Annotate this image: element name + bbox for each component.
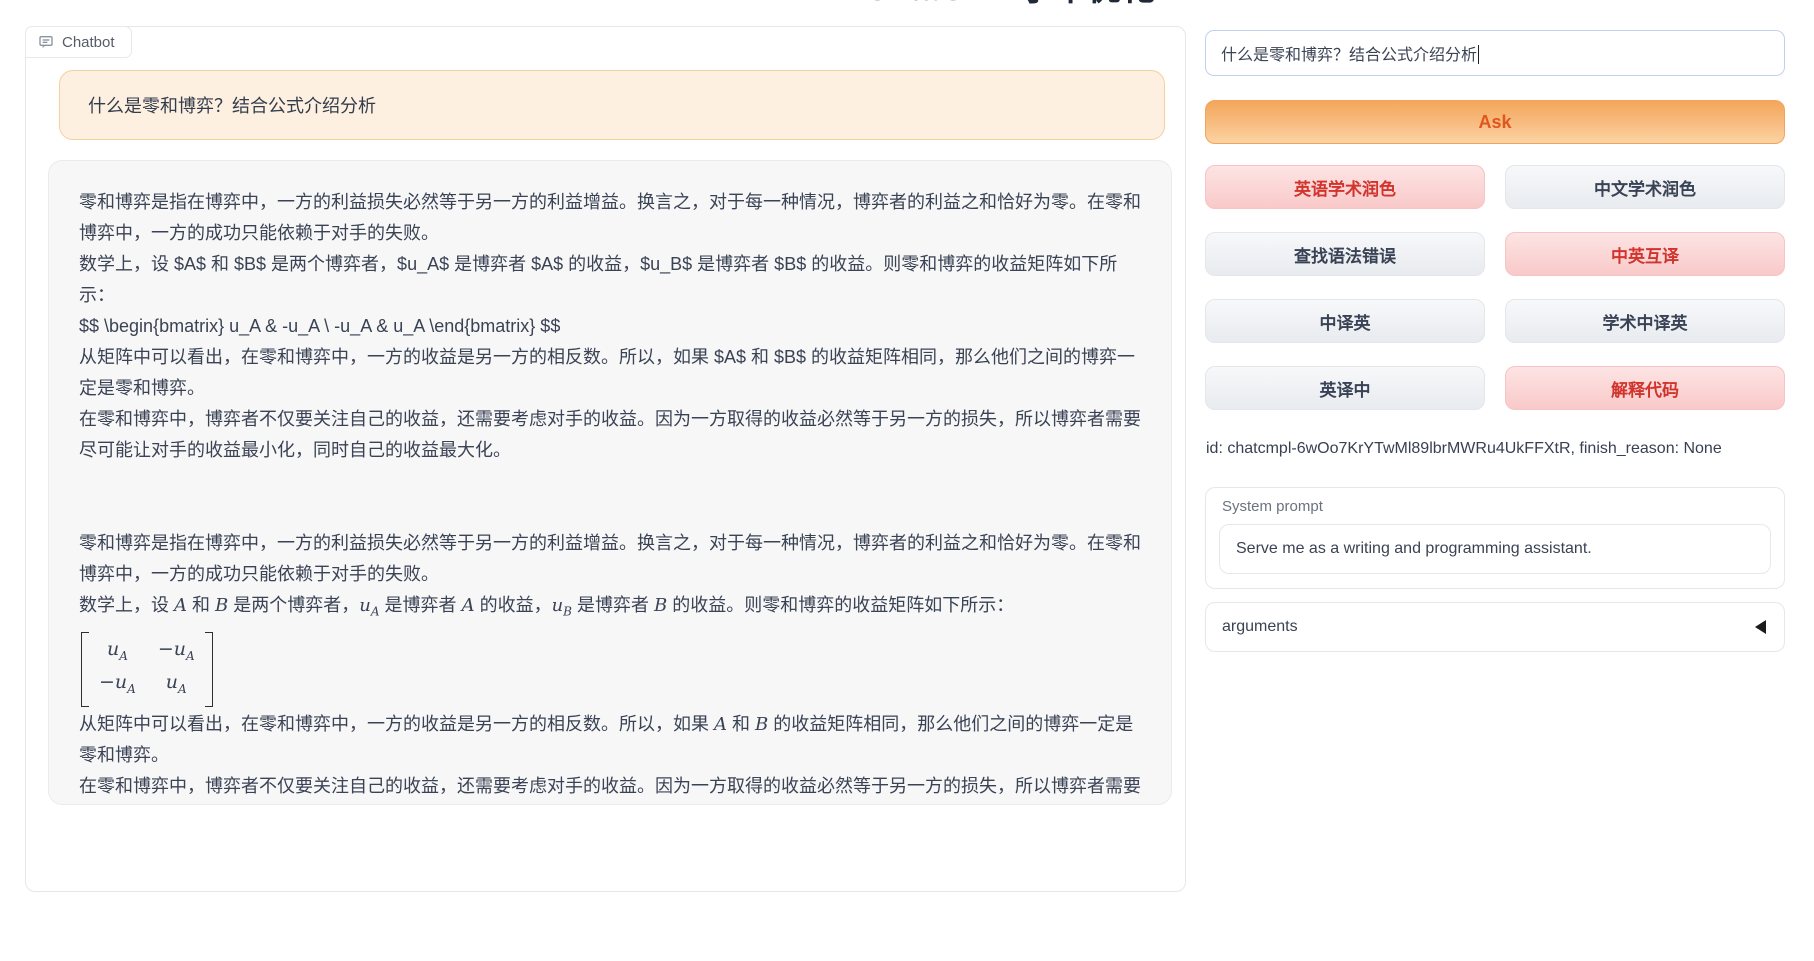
bot-rendered-paragraph-math: 从矩阵中可以看出，在零和博弈中，一方的收益是另一方的相反数。所以，如果 A 和 … xyxy=(79,709,1141,771)
user-message-bubble: 什么是零和博弈？结合公式介绍分析 xyxy=(59,70,1165,140)
speech-bubble-icon xyxy=(38,34,54,50)
payoff-matrix: uA−uA−uAuA xyxy=(81,632,213,708)
bot-raw-paragraph: 在零和博弈中，博弈者不仅要关注自己的收益，还需要考虑对手的收益。因为一方取得的收… xyxy=(79,404,1141,466)
matrix-right-bracket xyxy=(205,632,213,708)
action-buttons-grid: 英语学术润色中文学术润色查找语法错误中英互译中译英学术中译英英译中解释代码 xyxy=(1205,165,1785,410)
action-button-zh-to-en[interactable]: 中译英 xyxy=(1205,299,1485,343)
text-caret xyxy=(1478,45,1479,64)
matrix-cell: uA xyxy=(158,669,195,703)
action-button-en-to-zh[interactable]: 英译中 xyxy=(1205,366,1485,410)
action-button-academic-zh-to-en[interactable]: 学术中译英 xyxy=(1505,299,1785,343)
bot-raw-latex-line: $$ \begin{bmatrix} u_A & -u_A \ -u_A & u… xyxy=(79,311,1141,342)
chatbot-panel: Chatbot 什么是零和博弈？结合公式介绍分析 零和博弈是指在博弈中，一方的利… xyxy=(25,26,1186,892)
matrix-cell: uA xyxy=(99,636,136,670)
matrix-cell: −uA xyxy=(99,669,136,703)
chatbot-label: Chatbot xyxy=(62,34,115,51)
chatbot-label-tab: Chatbot xyxy=(25,26,132,58)
response-meta: id: chatcmpl-6wOo7KrYTwMl89lbrMWRu4UkFFX… xyxy=(1206,440,1785,458)
question-input[interactable]: 什么是零和博弈？结合公式介绍分析 xyxy=(1205,30,1785,76)
collapsed-triangle-icon xyxy=(1755,620,1766,634)
action-button-english-academic-polish[interactable]: 英语学术润色 xyxy=(1205,165,1485,209)
page-title-text: ChatGPT 学术优化 xyxy=(855,0,1165,8)
bot-rendered-paragraph-math: 数学上，设 A 和 B 是两个博弈者，uA 是博弈者 A 的收益，uB 是博弈者… xyxy=(79,590,1141,628)
bot-raw-paragraph: 从矩阵中可以看出，在零和博弈中，一方的收益是另一方的相反数。所以，如果 $A$ … xyxy=(79,342,1141,404)
page-title-clipped: ChatGPT 学术优化 xyxy=(855,0,1165,8)
action-button-zh-en-mutual-translate[interactable]: 中英互译 xyxy=(1505,232,1785,276)
system-prompt-label: System prompt xyxy=(1222,498,1323,515)
matrix-cell: −uA xyxy=(158,636,195,670)
bot-message-bubble: 零和博弈是指在博弈中，一方的利益损失必然等于另一方的利益增益。换言之，对于每一种… xyxy=(48,160,1172,805)
paragraph-gap xyxy=(79,466,1141,528)
system-prompt-value: Serve me as a writing and programming as… xyxy=(1236,540,1592,558)
ask-button[interactable]: Ask xyxy=(1205,100,1785,144)
accordion-label: arguments xyxy=(1222,618,1298,636)
matrix-cells: uA−uA−uAuA xyxy=(89,632,205,708)
matrix-left-bracket xyxy=(81,632,89,708)
bot-rendered-paragraph: 在零和博弈中，博弈者不仅要关注自己的收益，还需要考虑对手的收益。因为一方取得的收… xyxy=(79,771,1141,805)
bot-raw-paragraph: 数学上，设 $A$ 和 $B$ 是两个博弈者，$u_A$ 是博弈者 $A$ 的收… xyxy=(79,249,1141,311)
action-button-chinese-academic-polish[interactable]: 中文学术润色 xyxy=(1505,165,1785,209)
action-button-explain-code[interactable]: 解释代码 xyxy=(1505,366,1785,410)
system-prompt-input[interactable]: Serve me as a writing and programming as… xyxy=(1219,524,1771,574)
bot-raw-paragraph: 零和博弈是指在博弈中，一方的利益损失必然等于另一方的利益增益。换言之，对于每一种… xyxy=(79,187,1141,249)
arguments-accordion-header[interactable]: arguments xyxy=(1205,602,1785,652)
user-message-text: 什么是零和博弈？结合公式介绍分析 xyxy=(88,92,376,118)
bot-rendered-paragraph: 零和博弈是指在博弈中，一方的利益损失必然等于另一方的利益增益。换言之，对于每一种… xyxy=(79,528,1141,590)
system-prompt-card: System prompt Serve me as a writing and … xyxy=(1205,487,1785,589)
question-input-value: 什么是零和博弈？结合公式介绍分析 xyxy=(1221,41,1477,65)
action-button-find-grammar-errors[interactable]: 查找语法错误 xyxy=(1205,232,1485,276)
